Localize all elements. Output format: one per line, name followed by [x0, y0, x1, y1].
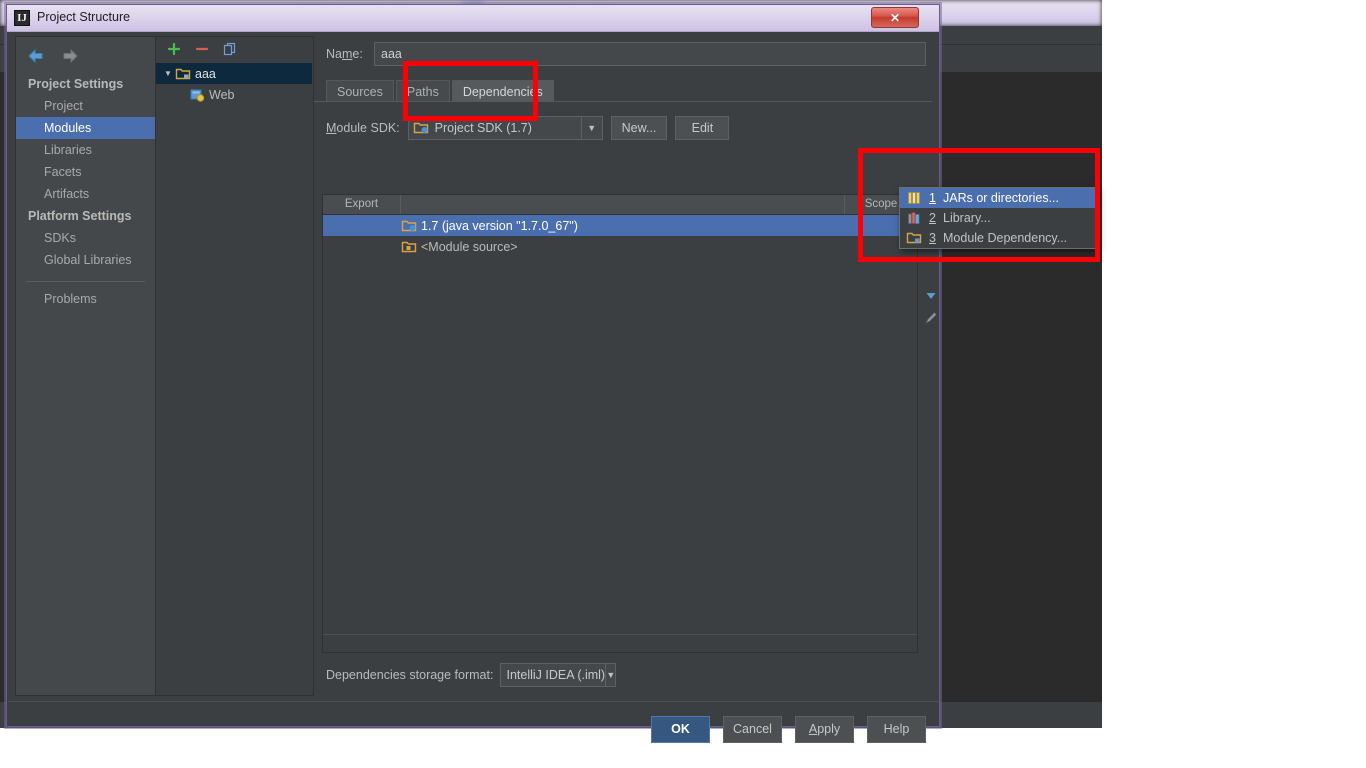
new-sdk-button[interactable]: New...: [610, 116, 668, 140]
library-icon: [906, 210, 922, 226]
menu-item-mnemonic: 1: [929, 191, 936, 205]
dependency-name: <Module source>: [421, 239, 518, 254]
table-row[interactable]: <Module source>: [323, 236, 917, 257]
menu-item-jars-or-directories[interactable]: 1 JARs or directories...: [900, 188, 1096, 208]
module-name-row: Name:: [326, 42, 926, 66]
tree-node-label: aaa: [195, 66, 216, 81]
module-editor-content: Name: Sources Paths Dependencies Module …: [314, 36, 938, 696]
intellij-idea-logo-icon: IJ: [14, 10, 30, 26]
tab-dependencies[interactable]: Dependencies: [451, 80, 554, 102]
module-name-label: Name:: [326, 47, 363, 61]
storage-format-combo[interactable]: IntelliJ IDEA (.iml) ▼: [500, 663, 617, 687]
dependencies-table-header: Export Scope: [323, 195, 917, 215]
web-facet-icon: [189, 87, 205, 103]
sidebar-item-facets[interactable]: Facets: [16, 161, 155, 183]
sidebar-item-modules[interactable]: Modules: [16, 117, 155, 139]
tab-underline: [314, 101, 932, 102]
chevron-down-icon[interactable]: ▼: [580, 117, 602, 139]
dependency-name: 1.7 (java version "1.7.0_67"): [421, 218, 578, 233]
menu-item-mnemonic: 2: [929, 211, 936, 225]
tree-node-label: Web: [209, 87, 235, 102]
jdk-icon: [401, 218, 417, 234]
sdk-folder-icon: [413, 120, 429, 136]
dependencies-storage-row: Dependencies storage format: IntelliJ ID…: [326, 663, 617, 687]
module-tabs: Sources Paths Dependencies: [326, 79, 556, 102]
project-structure-dialog: IJ Project Structure ✕ Project Settings …: [6, 4, 940, 743]
module-sdk-row: Module SDK: Project SDK (1.7) ▼ New... E…: [326, 116, 730, 140]
sidebar-item-project[interactable]: Project: [16, 95, 155, 117]
apply-button[interactable]: Apply: [795, 715, 854, 743]
sidebar-item-artifacts[interactable]: Artifacts: [16, 183, 155, 205]
ok-button[interactable]: OK: [651, 715, 710, 743]
remove-module-icon[interactable]: [194, 41, 210, 57]
dialog-titlebar: IJ Project Structure ✕: [7, 5, 939, 32]
column-header-export[interactable]: Export: [323, 195, 401, 214]
cancel-button[interactable]: Cancel: [723, 715, 782, 743]
forward-arrow-icon: [60, 47, 80, 65]
move-down-icon[interactable]: [923, 287, 939, 303]
tree-node-aaa[interactable]: ▼ aaa: [156, 63, 312, 84]
add-module-icon[interactable]: [166, 41, 182, 57]
edit-sdk-button[interactable]: Edit: [675, 116, 730, 140]
chevron-down-icon[interactable]: ▼: [161, 69, 175, 78]
tab-paths[interactable]: Paths: [395, 80, 450, 102]
menu-item-module-dependency[interactable]: 3 Module Dependency...: [900, 228, 1096, 248]
module-sdk-label: Module SDK:: [326, 121, 400, 135]
module-sdk-value: Project SDK (1.7): [434, 121, 532, 135]
tree-node-web[interactable]: Web: [156, 84, 312, 105]
table-footer-divider: [323, 634, 917, 635]
menu-item-library[interactable]: 2 Library...: [900, 208, 1096, 228]
navigation-arrows: [26, 47, 80, 65]
tab-sources[interactable]: Sources: [326, 80, 394, 102]
sidebar-group-platform-settings: Platform Settings: [28, 209, 132, 223]
back-arrow-icon[interactable]: [26, 47, 46, 65]
dialog-title: Project Structure: [37, 10, 131, 24]
edit-dependency-icon[interactable]: [923, 310, 939, 326]
close-button[interactable]: ✕: [871, 7, 919, 28]
module-tree-panel: ▼ aaa Web: [156, 36, 314, 696]
menu-item-label: Module Dependency...: [943, 231, 1068, 245]
copy-module-icon[interactable]: [222, 41, 238, 57]
menu-item-label: Library...: [943, 211, 991, 225]
storage-format-value: IntelliJ IDEA (.iml): [506, 668, 606, 682]
module-source-icon: [401, 239, 417, 255]
module-sdk-combo[interactable]: Project SDK (1.7) ▼: [407, 116, 603, 140]
module-name-input[interactable]: [374, 42, 926, 66]
help-button[interactable]: Help: [867, 715, 926, 743]
storage-format-label: Dependencies storage format:: [326, 668, 494, 682]
table-row[interactable]: 1.7 (java version "1.7.0_67"): [323, 215, 917, 236]
module-folder-icon: [175, 66, 191, 82]
add-dependency-popup-menu: 1 JARs or directories... 2 Library... 3 …: [899, 187, 1097, 249]
module-dependency-icon: [906, 230, 922, 246]
menu-item-mnemonic: 3: [929, 231, 936, 245]
dependencies-table-rows: 1.7 (java version "1.7.0_67") <Module so…: [323, 215, 917, 257]
dependencies-table: Export Scope 1.7 (java version "1.7.0_67…: [322, 194, 918, 653]
menu-item-label: JARs or directories...: [943, 191, 1060, 205]
sidebar-item-problems[interactable]: Problems: [16, 288, 155, 310]
dialog-body: Project Settings Project Modules Librari…: [8, 32, 938, 743]
sidebar-item-sdks[interactable]: SDKs: [16, 227, 155, 249]
sidebar-item-libraries[interactable]: Libraries: [16, 139, 155, 161]
chevron-down-icon[interactable]: ▼: [605, 664, 615, 686]
sidebar-divider: [26, 281, 145, 282]
sidebar-list: Project Settings Project Modules Librari…: [16, 73, 155, 310]
settings-sidebar: Project Settings Project Modules Librari…: [15, 36, 156, 696]
module-tree-list: ▼ aaa Web: [156, 63, 312, 105]
sidebar-item-global-libraries[interactable]: Global Libraries: [16, 249, 155, 271]
module-tree-toolbar: [156, 37, 322, 61]
sidebar-group-project-settings: Project Settings: [28, 77, 124, 91]
dialog-button-bar: OK Cancel Apply Help: [8, 702, 938, 756]
jars-icon: [906, 190, 922, 206]
column-header-name[interactable]: [401, 195, 845, 214]
